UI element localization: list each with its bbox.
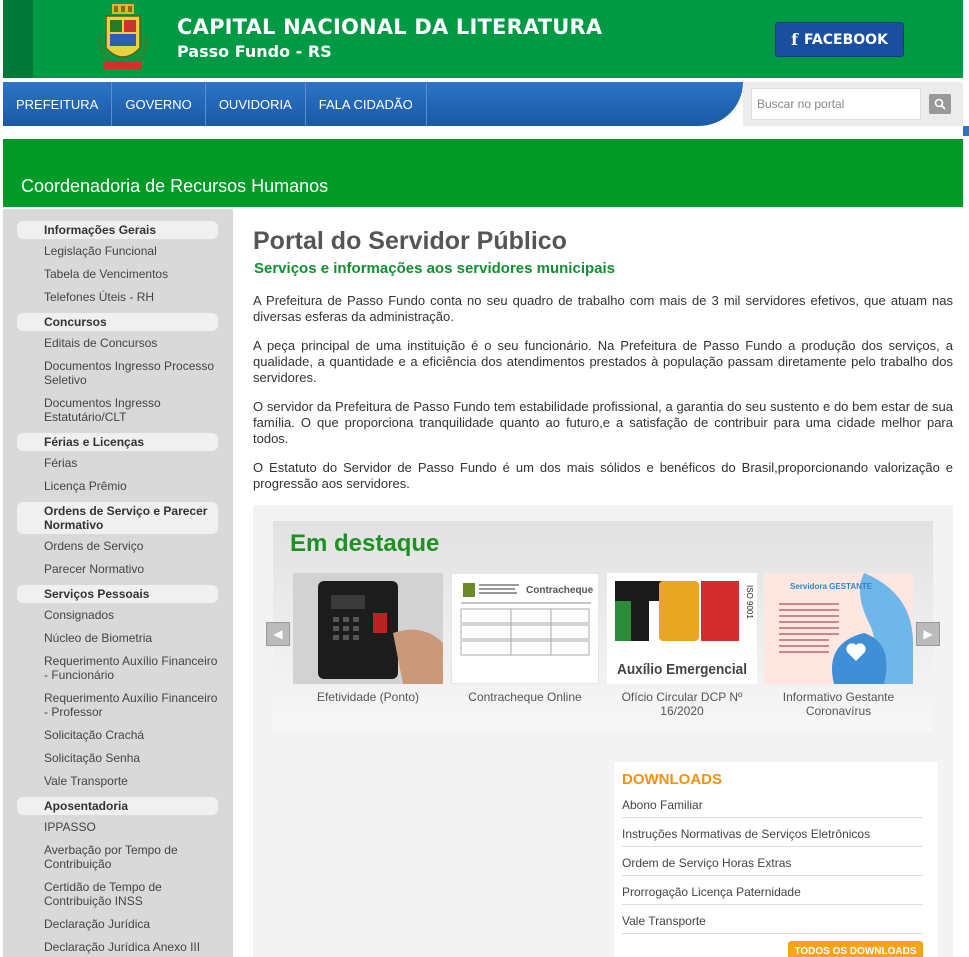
download-link-licenca-paternidade[interactable]: Prorrogação Licença Paternidade xyxy=(622,885,923,905)
search-button[interactable] xyxy=(929,94,951,114)
sidebar-item-solicitacao-cracha[interactable]: Solicitação Crachá xyxy=(17,728,218,742)
highlight-label-contracheque: Contracheque Online xyxy=(468,690,582,704)
site-header: CAPITAL NACIONAL DA LITERATURA Passo Fun… xyxy=(3,0,963,78)
sidebar-item-auxilio-funcionario[interactable]: Requerimento Auxílio Financeiro - Funcio… xyxy=(17,654,218,682)
nav-item-prefeitura[interactable]: PREFEITURA xyxy=(3,82,113,126)
sidebar-item-nucleo-biometria[interactable]: Núcleo de Biometria xyxy=(17,631,218,645)
chevron-right-icon: ▶ xyxy=(923,627,933,641)
sidebar-item-vale-transporte[interactable]: Vale Transporte xyxy=(17,774,218,788)
sidebar-item-tabela-vencimentos[interactable]: Tabela de Vencimentos xyxy=(17,267,218,281)
facebook-icon: f xyxy=(791,30,798,49)
gestante-image-text: Servidora GESTANTE xyxy=(790,582,873,591)
site-title: CAPITAL NACIONAL DA LITERATURA xyxy=(177,15,603,39)
sidebar-heading-aposentadoria[interactable]: Aposentadoria xyxy=(17,797,218,815)
highlight-label-oficio: Ofício Circular DCP Nº 16/2020 xyxy=(621,690,743,718)
intro-paragraph-4: O Estatuto do Servidor de Passo Fundo é … xyxy=(253,460,953,491)
sidebar-heading-servicos-pessoais[interactable]: Serviços Pessoais xyxy=(17,585,218,603)
highlight-card-contracheque[interactable]: Contracheque Contracheque Online xyxy=(450,572,600,704)
sidebar-item-declaracao-juridica[interactable]: Declaração Jurídica xyxy=(17,917,218,931)
site-subtitle: Passo Fundo - RS xyxy=(177,42,332,61)
section-title: Coordenadoria de Recursos Humanos xyxy=(21,176,329,196)
sidebar-item-ippasso[interactable]: IPPASSO xyxy=(17,820,218,834)
search-input[interactable] xyxy=(751,88,921,120)
iso-badge-text: ISO 9001 xyxy=(745,585,754,619)
sidebar-item-certidao-inss[interactable]: Certidão de Tempo de Contribuição INSS xyxy=(17,880,218,908)
highlight-card-efetividade[interactable]: Efetividade (Ponto) xyxy=(293,573,443,704)
time-clock-image xyxy=(293,573,443,684)
sidebar-heading-ordens-servico[interactable]: Ordens de Serviço e Parecer Normativo xyxy=(17,502,218,534)
nav-item-ouvidoria[interactable]: OUVIDORIA xyxy=(206,82,306,126)
sidebar-item-auxilio-professor[interactable]: Requerimento Auxílio Financeiro - Profes… xyxy=(17,691,218,719)
highlight-label-gestante: Informativo Gestante Coronavírus xyxy=(782,690,895,718)
sidebar-item-ferias[interactable]: Férias xyxy=(17,456,218,470)
payslip-image: Contracheque xyxy=(450,572,600,685)
sidebar-menu: Informações Gerais Legislação Funcional … xyxy=(17,221,218,957)
downloads-panel: DOWNLOADS Abono Familiar Instruções Norm… xyxy=(614,762,938,957)
sidebar-item-legislacao-funcional[interactable]: Legislação Funcional xyxy=(17,244,218,258)
chevron-left-icon: ◀ xyxy=(273,627,283,641)
payslip-image-text: Contracheque xyxy=(526,585,594,596)
carousel-prev-button[interactable]: ◀ xyxy=(266,622,290,646)
highlight-label-efetividade: Efetividade (Ponto) xyxy=(316,690,420,704)
sidebar-heading-informacoes-gerais[interactable]: Informações Gerais xyxy=(17,221,218,239)
sidebar-item-parecer-normativo[interactable]: Parecer Normativo xyxy=(17,562,218,576)
sidebar-item-averbacao[interactable]: Averbação por Tempo de Contribuição xyxy=(17,843,218,871)
sidebar-item-documentos-processo-seletivo[interactable]: Documentos Ingresso Processo Seletivo xyxy=(17,359,218,387)
section-banner: Coordenadoria de Recursos Humanos xyxy=(3,139,963,207)
sidebar: Informações Gerais Legislação Funcional … xyxy=(3,209,233,957)
page-title: Portal do Servidor Público xyxy=(253,227,567,255)
nav-item-fala-cidadao[interactable]: FALA CIDADÃO xyxy=(306,82,427,126)
sidebar-heading-concursos[interactable]: Concursos xyxy=(17,313,218,331)
search-icon xyxy=(934,98,946,110)
sidebar-item-licenca-premio[interactable]: Licença Prêmio xyxy=(17,479,218,493)
sidebar-item-editais-concursos[interactable]: Editais de Concursos xyxy=(17,336,218,350)
carousel-next-button[interactable]: ▶ xyxy=(916,622,940,646)
sidebar-item-documentos-estatutario[interactable]: Documentos Ingresso Estatutário/CLT xyxy=(17,396,218,424)
nav-item-governo[interactable]: GOVERNO xyxy=(112,82,206,126)
download-link-instrucoes-normativas[interactable]: Instruções Normativas de Serviços Eletrô… xyxy=(622,827,923,847)
intro-paragraph-2: A peça principal de uma instituição é o … xyxy=(253,338,953,385)
sidebar-item-ordens-servico[interactable]: Ordens de Serviço xyxy=(17,539,218,553)
download-link-abono-familiar[interactable]: Abono Familiar xyxy=(622,798,923,818)
header-accent xyxy=(3,0,33,78)
sidebar-heading-ferias-licencas[interactable]: Férias e Licenças xyxy=(17,433,218,451)
sidebar-item-solicitacao-senha[interactable]: Solicitação Senha xyxy=(17,751,218,765)
facebook-label: FACEBOOK xyxy=(803,31,888,48)
intro-paragraph-1: A Prefeitura de Passo Fundo conta no seu… xyxy=(253,293,953,324)
sidebar-item-telefones-uteis[interactable]: Telefones Úteis - RH xyxy=(17,290,218,304)
all-downloads-button[interactable]: TODOS OS DOWNLOADS xyxy=(788,941,923,957)
facebook-button[interactable]: f FACEBOOK xyxy=(775,22,904,57)
download-link-ordem-horas-extras[interactable]: Ordem de Serviço Horas Extras xyxy=(622,856,923,876)
nav-menu: PREFEITURA GOVERNO OUVIDORIA FALA CIDADÃ… xyxy=(3,82,427,126)
highlight-card-auxilio[interactable]: ISO 9001 Auxílio Emergencial Ofício Circ… xyxy=(607,573,757,718)
downloads-title: DOWNLOADS xyxy=(622,771,722,788)
gestante-info-image: Servidora GESTANTE xyxy=(764,573,913,684)
auxilio-emergencial-image: ISO 9001 Auxílio Emergencial xyxy=(607,573,757,684)
page-subtitle: Serviços e informações aos servidores mu… xyxy=(254,260,615,277)
download-link-vale-transporte[interactable]: Vale Transporte xyxy=(622,914,923,934)
highlights-title: Em destaque xyxy=(290,530,440,557)
coat-of-arms-logo[interactable] xyxy=(98,4,148,74)
highlight-card-gestante[interactable]: Servidora GESTANTE Informativo Gestante … xyxy=(764,573,913,718)
sidebar-item-declaracao-juridica-anexo[interactable]: Declaração Jurídica Anexo III xyxy=(17,940,218,954)
auxilio-image-text: Auxílio Emergencial xyxy=(617,661,747,678)
nav-edge-accent xyxy=(963,126,969,136)
sidebar-item-consignados[interactable]: Consignados xyxy=(17,608,218,622)
intro-paragraph-3: O servidor da Prefeitura de Passo Fundo … xyxy=(253,399,953,446)
